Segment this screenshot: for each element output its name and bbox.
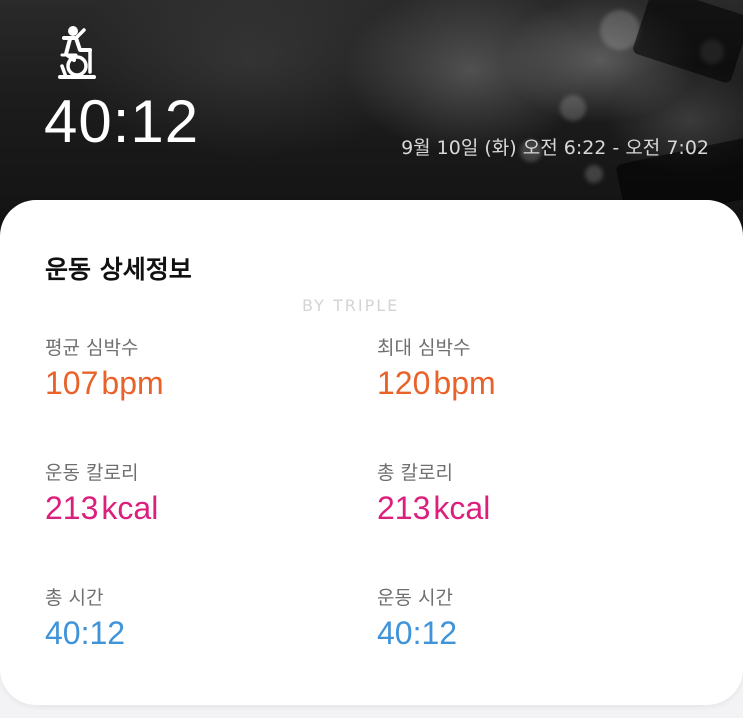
workout-time-metric: 운동 시간 40:12 — [377, 583, 657, 651]
max-heart-rate-value: 120bpm — [377, 365, 657, 401]
total-time-label: 총 시간 — [45, 587, 104, 609]
total-calories-unit: kcal — [433, 490, 491, 526]
avg-heart-rate-metric: 평균 심박수 107bpm — [45, 333, 325, 401]
section-title: 운동 상세정보 — [45, 255, 192, 284]
max-heart-rate-unit: bpm — [433, 365, 496, 401]
background-bokeh — [560, 95, 586, 121]
workout-calories-label: 운동 칼로리 — [45, 462, 139, 484]
background-bokeh — [585, 165, 603, 183]
avg-heart-rate-label: 평균 심박수 — [45, 337, 139, 359]
total-calories-value: 213kcal — [377, 490, 657, 526]
workout-calories-metric: 운동 칼로리 213kcal — [45, 458, 325, 526]
total-calories-number: 213 — [377, 490, 431, 526]
max-heart-rate-metric: 최대 심박수 120bpm — [377, 333, 657, 401]
workout-calories-value: 213kcal — [45, 490, 325, 526]
total-calories-label: 총 칼로리 — [377, 462, 453, 484]
workout-calories-number: 213 — [45, 490, 99, 526]
workout-duration: 40:12 — [44, 88, 200, 155]
workout-calories-unit: kcal — [101, 490, 159, 526]
max-heart-rate-label: 최대 심박수 — [377, 337, 471, 359]
background-shape — [631, 0, 743, 85]
max-heart-rate-number: 120 — [377, 365, 431, 401]
avg-heart-rate-value: 107bpm — [45, 365, 325, 401]
workout-details-card: 운동 상세정보 BY TRIPLE 평균 심박수 107bpm 최대 심박수 1… — [0, 200, 743, 705]
avg-heart-rate-unit: bpm — [101, 365, 164, 401]
avg-heart-rate-number: 107 — [45, 365, 99, 401]
total-time-metric: 총 시간 40:12 — [45, 583, 325, 651]
total-time-value: 40:12 — [45, 615, 126, 651]
workout-time-range: 9월 10일 (화) 오전 6:22 - 오전 7:02 — [401, 137, 709, 159]
workout-time-value: 40:12 — [377, 615, 458, 651]
stationary-bike-icon — [58, 26, 96, 79]
total-calories-metric: 총 칼로리 213kcal — [377, 458, 657, 526]
watermark: BY TRIPLE — [302, 296, 400, 315]
workout-time-label: 운동 시간 — [377, 587, 453, 609]
